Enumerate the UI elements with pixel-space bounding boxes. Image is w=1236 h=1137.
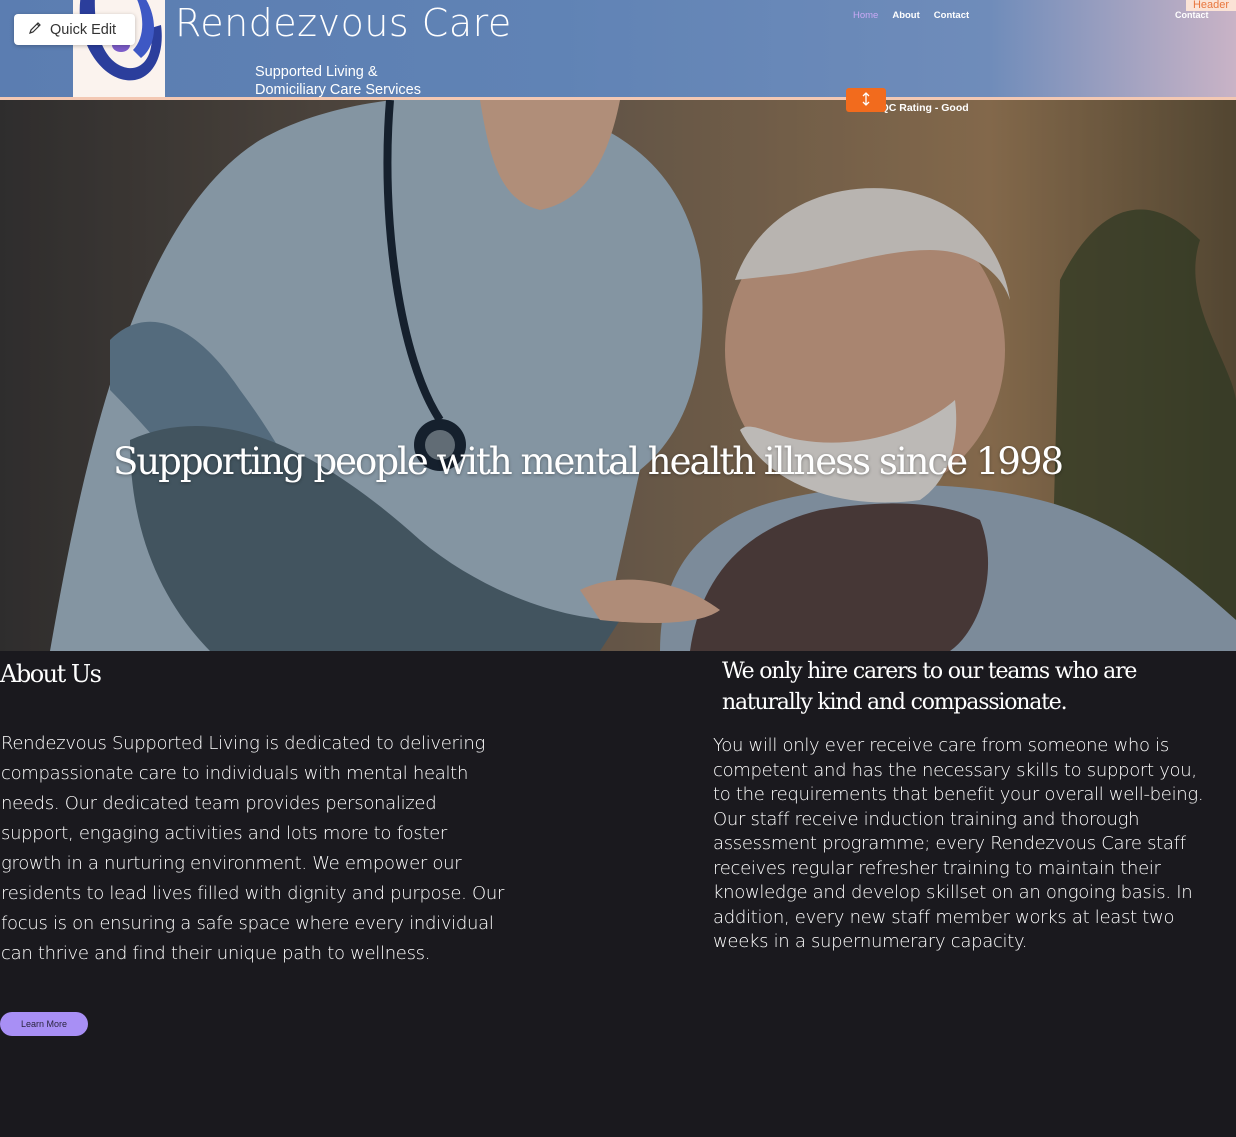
nav-contact-secondary[interactable]: Contact xyxy=(1175,10,1209,20)
site-title[interactable]: Rendezvous Care xyxy=(175,0,512,46)
learn-more-button[interactable]: Learn More xyxy=(0,1012,88,1036)
cqc-rating: CQC Rating - Good xyxy=(873,102,969,114)
site-header: Rendezvous Care Supported Living & Domic… xyxy=(0,0,1236,100)
site-tagline: Supported Living & Domiciliary Care Serv… xyxy=(255,63,475,99)
tagline-line-2: Domiciliary Care Services xyxy=(255,82,421,98)
nav-about[interactable]: About xyxy=(892,10,919,21)
about-heading: About Us xyxy=(0,660,102,688)
main-nav: Home About Contact xyxy=(853,10,969,21)
tagline-line-1: Supported Living & xyxy=(255,64,378,80)
nav-contact[interactable]: Contact xyxy=(934,10,969,21)
hero-headline: Supporting people with mental health ill… xyxy=(112,440,1064,483)
editor-section-tag[interactable]: Header xyxy=(1186,0,1236,11)
hiring-paragraph-1: You will only ever receive care from som… xyxy=(713,735,1204,805)
hiring-paragraph-2: Our staff receive induction training and… xyxy=(713,808,1193,953)
hiring-body: You will only ever receive care from som… xyxy=(713,734,1208,955)
hero-section: Supporting people with mental health ill… xyxy=(0,100,1236,651)
pencil-icon xyxy=(28,21,42,39)
quick-edit-button[interactable]: Quick Edit xyxy=(14,14,135,45)
section-resize-handle[interactable] xyxy=(846,88,886,112)
vertical-arrows-icon xyxy=(861,91,871,110)
hero-image xyxy=(0,100,1236,651)
nav-home[interactable]: Home xyxy=(853,10,878,21)
quick-edit-label: Quick Edit xyxy=(50,21,117,38)
about-body: Rendezvous Supported Living is dedicated… xyxy=(1,733,505,964)
hiring-heading: We only hire carers to our teams who are… xyxy=(722,659,1137,715)
